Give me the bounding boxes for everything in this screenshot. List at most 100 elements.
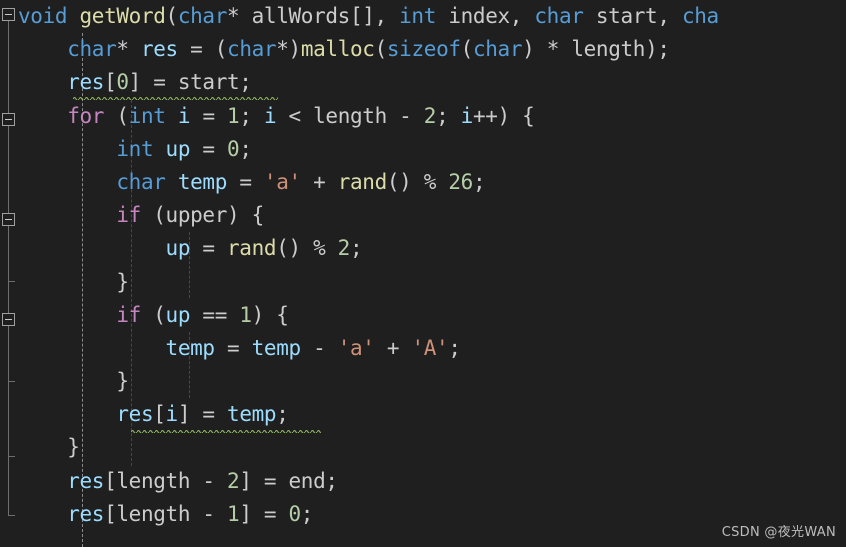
- code-token: [: [153, 402, 166, 427]
- code-line[interactable]: char* res = (char*)malloc(sizeof(char) *…: [0, 33, 846, 66]
- code-token: char: [534, 4, 584, 28]
- code-line[interactable]: void getWord(char* allWords[], int index…: [0, 0, 846, 33]
- code-token: ] =: [177, 402, 228, 427]
- code-token: (: [374, 37, 388, 62]
- code-token: 1: [239, 302, 252, 327]
- code-token: res: [140, 37, 178, 62]
- code-token: ) {: [251, 302, 289, 327]
- code-line[interactable]: temp = temp - 'a' + 'A';: [0, 332, 846, 365]
- fold-rail: [8, 326, 9, 381]
- code-token: = (: [177, 37, 228, 62]
- code-token: i: [165, 402, 179, 427]
- fold-marker-if-upper[interactable]: [2, 213, 15, 226]
- code-line[interactable]: res[length - 2] = end;: [0, 465, 846, 498]
- code-token: char: [227, 37, 277, 62]
- code-token: 2: [423, 103, 437, 128]
- code-token: =: [190, 236, 228, 261]
- code-token: 1: [227, 103, 240, 128]
- error-squiggle-res0-start: [73, 96, 278, 100]
- code-token: int: [116, 136, 154, 161]
- code-token: }: [116, 269, 129, 294]
- code-editor[interactable]: void getWord(char* allWords[], int index…: [0, 0, 846, 547]
- code-token: malloc: [300, 37, 375, 62]
- code-token: 2: [337, 236, 351, 261]
- code-line[interactable]: if (upper) {: [0, 199, 846, 232]
- code-token: 'A': [411, 335, 449, 360]
- code-content[interactable]: void getWord(char* allWords[], int index…: [0, 0, 846, 531]
- fold-marker-if-up-equals-1[interactable]: [2, 313, 15, 326]
- fold-end-tick: [8, 281, 15, 282]
- code-token: (: [140, 302, 166, 327]
- code-token: temp: [165, 335, 216, 360]
- code-token: char: [116, 169, 166, 194]
- code-token: ;: [472, 169, 486, 194]
- code-line[interactable]: res[length - 1] = 0;: [0, 498, 846, 531]
- code-token: 2: [227, 468, 240, 493]
- code-token: ;: [239, 136, 252, 161]
- code-token: char: [177, 4, 228, 28]
- code-token: ;: [300, 501, 314, 526]
- code-token: int: [399, 4, 437, 28]
- code-token: =: [190, 103, 228, 128]
- code-token: (: [165, 4, 179, 28]
- code-token: () %: [276, 236, 338, 261]
- code-line[interactable]: }: [0, 431, 846, 464]
- code-token: ;: [349, 236, 363, 261]
- code-token: ==: [190, 302, 240, 327]
- code-token: up: [165, 136, 191, 161]
- code-line[interactable]: if (up == 1) {: [0, 299, 846, 332]
- code-line[interactable]: char temp = 'a' + rand() % 26;: [0, 166, 846, 199]
- code-token: start,: [583, 4, 682, 28]
- code-token: char: [472, 37, 523, 62]
- code-token: res: [67, 468, 105, 493]
- fold-end-tick: [8, 456, 15, 457]
- code-token: 1: [227, 501, 240, 526]
- code-line[interactable]: res[0] = start;: [0, 66, 846, 99]
- code-token: res: [67, 501, 105, 526]
- code-token: index,: [436, 4, 535, 28]
- code-token: =: [227, 169, 264, 194]
- code-line[interactable]: int up = 0;: [0, 133, 846, 166]
- code-token: rand: [227, 236, 277, 261]
- code-token: up: [165, 236, 191, 261]
- fold-marker-for-loop[interactable]: [2, 113, 15, 126]
- code-token: 0: [288, 501, 302, 526]
- code-token: 'a': [337, 335, 375, 360]
- code-token: ;: [239, 103, 264, 128]
- code-token: temp: [251, 335, 302, 360]
- code-token: ;: [276, 402, 289, 427]
- code-token: int: [128, 103, 166, 128]
- code-token: * allWords[],: [227, 4, 400, 28]
- code-line[interactable]: up = rand() % 2;: [0, 232, 846, 265]
- code-line[interactable]: }: [0, 266, 846, 299]
- code-token: res: [116, 402, 154, 427]
- fold-marker-function[interactable]: [2, 8, 15, 21]
- code-token: (upper) {: [140, 203, 264, 228]
- code-line[interactable]: }: [0, 365, 846, 398]
- code-line[interactable]: res[i] = temp;: [0, 398, 846, 431]
- code-token: }: [67, 435, 80, 460]
- fold-end-tick: [8, 515, 15, 516]
- code-token: [length -: [104, 468, 228, 493]
- code-folding-gutter[interactable]: [0, 0, 18, 547]
- code-token: i: [263, 103, 277, 128]
- code-line[interactable]: for (int i = 1; i < length - 2; i++) {: [0, 100, 846, 133]
- code-token: ;: [448, 335, 461, 360]
- code-token: +: [374, 335, 412, 360]
- code-token: i: [460, 103, 474, 128]
- code-token: (: [104, 103, 129, 128]
- code-token: ] =: [239, 501, 289, 526]
